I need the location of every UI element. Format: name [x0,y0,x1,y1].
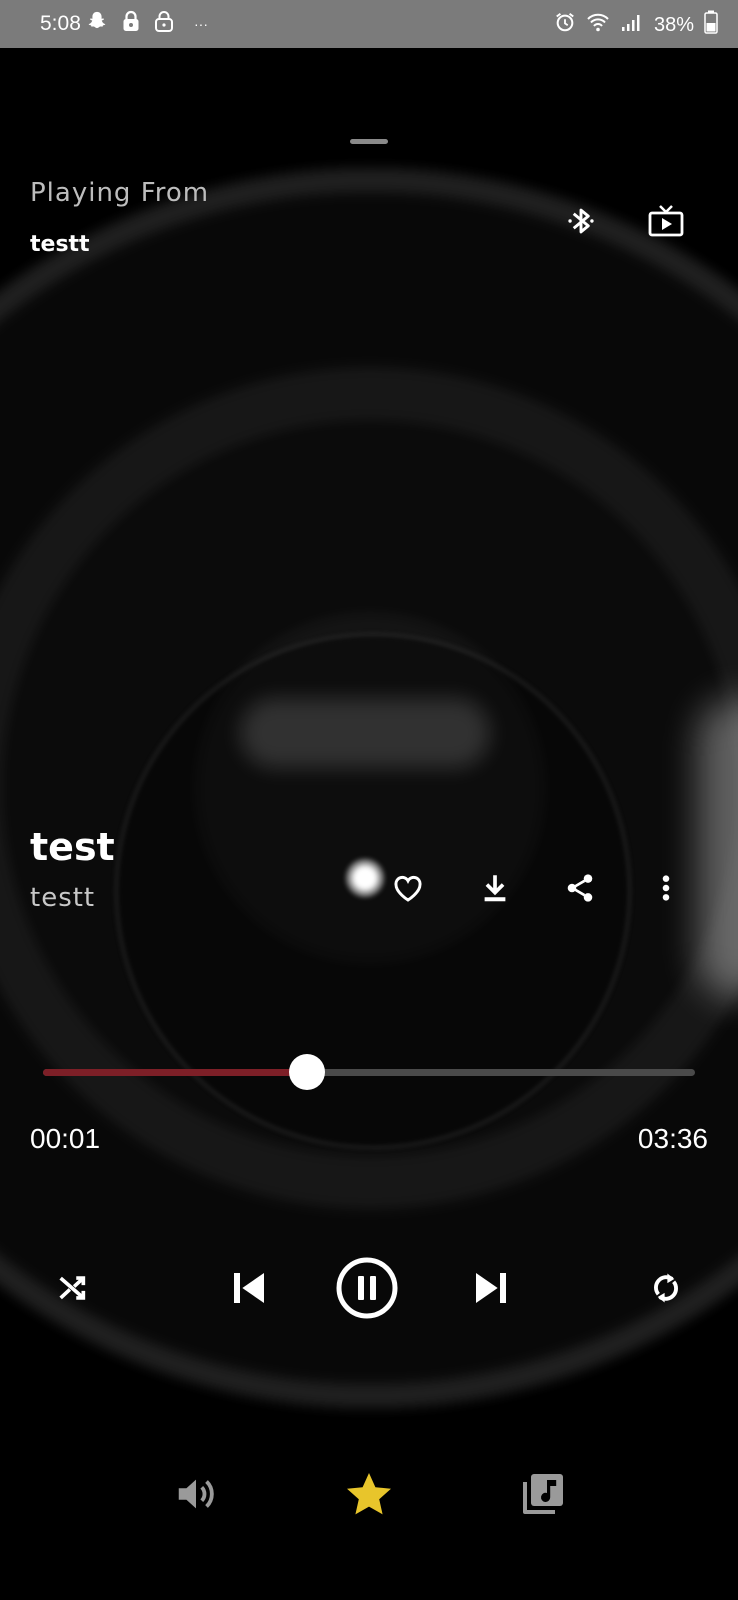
download-icon [481,873,509,907]
repeat-icon [649,1270,683,1310]
signal-icon [620,11,644,39]
play-pause-button[interactable] [335,1256,399,1324]
rate-star-button[interactable] [339,1466,399,1526]
bluetooth-button[interactable] [559,201,603,245]
shuffle-button[interactable] [50,1268,94,1312]
more-vert-icon [661,874,671,906]
playlist-name[interactable]: testt [30,232,90,257]
elapsed-time: 00:01 [30,1123,101,1154]
sheet-drag-handle[interactable] [350,139,388,144]
lock-open-icon [154,10,174,38]
status-bar: 5:08 ··· 38% [0,0,738,48]
download-button[interactable] [471,866,519,914]
share-button[interactable] [556,866,604,914]
vinyl-spindle-image [345,858,385,898]
more-options-button[interactable] [642,866,690,914]
song-artist[interactable]: testt [30,883,95,913]
next-button[interactable] [466,1265,516,1315]
volume-button[interactable] [166,1466,226,1526]
skip-next-icon [471,1268,511,1312]
alarm-icon [554,11,576,39]
cast-tv-button[interactable] [644,201,688,245]
share-icon [564,872,596,908]
queue-music-icon [519,1470,567,1522]
skip-previous-icon [229,1268,269,1312]
vinyl-edge-glow [698,698,738,998]
vinyl-logo-image [240,698,490,768]
seek-bar-progress [43,1069,308,1076]
status-system-icons: 38% [554,10,718,40]
cast-tv-icon [648,204,684,242]
status-notification-icons: ··· [86,10,208,38]
snapchat-icon [86,10,108,38]
heart-icon [392,873,424,907]
playing-from-label: Playing From [30,178,210,208]
seek-bar-thumb[interactable] [289,1054,326,1090]
repeat-button[interactable] [644,1268,688,1312]
battery-percent: 38% [653,13,694,36]
song-title: test [30,825,115,869]
lock-icon [122,10,140,38]
queue-button[interactable] [513,1466,573,1526]
pause-circle-icon [335,1256,399,1324]
battery-icon [704,10,718,40]
total-time: 03:36 [637,1123,708,1154]
seek-bar[interactable] [43,1054,695,1090]
volume-icon [173,1471,219,1521]
status-time: 5:08 [40,12,81,35]
star-icon [345,1471,393,1521]
shuffle-icon [55,1271,89,1309]
album-art-background [0,48,738,1600]
wifi-icon [586,11,610,39]
favorite-button[interactable] [384,866,432,914]
previous-button[interactable] [224,1265,274,1315]
bluetooth-icon [566,204,596,242]
status-overflow-dots: ··· [194,16,208,32]
